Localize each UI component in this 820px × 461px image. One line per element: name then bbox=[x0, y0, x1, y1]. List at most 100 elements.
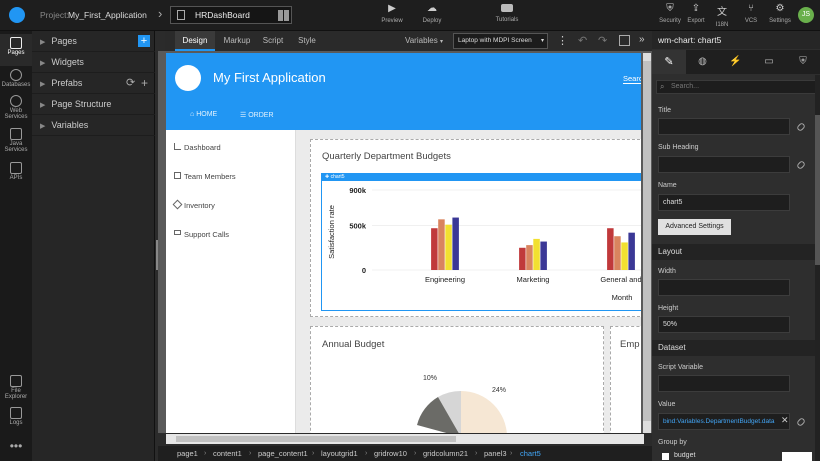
rail-apis[interactable]: APIs bbox=[0, 162, 32, 181]
link-icon[interactable] bbox=[796, 417, 806, 427]
add-prefab-icon[interactable]: + bbox=[141, 73, 148, 94]
horizontal-scrollbar[interactable] bbox=[166, 434, 644, 444]
scroll-thumb[interactable] bbox=[176, 436, 456, 442]
undo-icon[interactable]: ↶ bbox=[578, 34, 587, 47]
sidenav-dashboard[interactable]: Dashboard bbox=[184, 143, 221, 152]
save-icon[interactable] bbox=[619, 35, 630, 46]
tab-design[interactable]: Design bbox=[175, 31, 215, 51]
width-input[interactable] bbox=[658, 279, 790, 296]
api-icon bbox=[10, 162, 22, 174]
refresh-icon[interactable]: ⟳ bbox=[126, 73, 135, 94]
crumb-gridrow10[interactable]: gridrow10 bbox=[374, 446, 407, 461]
chart-selection[interactable]: ✚ chart5 900k 500k 0 Satisfaction rate Engin… bbox=[321, 173, 641, 311]
value-input[interactable]: bind:Variables.DepartmentBudget.data bbox=[658, 413, 790, 430]
grid-icon[interactable] bbox=[278, 10, 289, 21]
tab-style[interactable]: Style bbox=[293, 31, 321, 51]
tree-prefabs[interactable]: ▶ Prefabs ⟳ + bbox=[32, 73, 155, 94]
properties-search[interactable]: ⌕ Search... bbox=[656, 80, 816, 94]
value-binding: bind:Variables.DepartmentBudget.data bbox=[663, 418, 775, 425]
tab-script[interactable]: Script bbox=[258, 31, 288, 51]
dataset-section[interactable]: Dataset bbox=[652, 340, 820, 356]
crumb-layoutgrid1[interactable]: layoutgrid1 bbox=[321, 446, 358, 461]
app-search[interactable]: Searc bbox=[623, 74, 641, 84]
crumb-chart5[interactable]: chart5 bbox=[520, 446, 541, 461]
vcs-button[interactable]: ⑂ VCS bbox=[740, 3, 762, 24]
preview-button[interactable]: ▶ Preview bbox=[378, 3, 406, 24]
more-vertical-icon[interactable]: ⋮ bbox=[557, 34, 568, 47]
events-icon[interactable]: ⚡ bbox=[719, 50, 752, 74]
i18n-button[interactable]: 文 I18N bbox=[712, 3, 732, 28]
left-rail: Pages Databases Web Services Java Servic… bbox=[0, 31, 32, 461]
more-icon[interactable]: ••• bbox=[0, 439, 32, 453]
sidenav-inventory[interactable]: Inventory bbox=[184, 201, 215, 210]
scroll-thumb[interactable] bbox=[643, 61, 651, 421]
dropdown[interactable] bbox=[782, 452, 812, 461]
tutorials-button[interactable]: Tutorials bbox=[490, 3, 524, 23]
shield-icon[interactable]: ⛨ bbox=[786, 50, 820, 74]
rail-java-services[interactable]: Java Services bbox=[0, 128, 32, 153]
subheading-input[interactable] bbox=[658, 156, 790, 173]
pie-slice bbox=[461, 391, 507, 433]
project-name[interactable]: My_First_Application bbox=[68, 10, 147, 20]
crumb-page-content1[interactable]: page_content1 bbox=[258, 446, 308, 461]
crumb-gridcolumn21[interactable]: gridcolumn21 bbox=[423, 446, 468, 461]
properties-title: wm-chart: chart5 bbox=[658, 35, 722, 45]
tree-page-structure[interactable]: ▶ Page Structure bbox=[32, 94, 155, 115]
crumb-page1[interactable]: page1 bbox=[177, 446, 198, 461]
x-axis-label: Month bbox=[612, 293, 633, 302]
tab-markup[interactable]: Markup bbox=[219, 31, 255, 51]
nav-order[interactable]: ☰ ORDER bbox=[240, 111, 274, 119]
settings-button[interactable]: ⚙ Settings bbox=[766, 3, 794, 24]
page-selector[interactable]: HRDashBoard bbox=[170, 6, 292, 24]
title-input[interactable] bbox=[658, 118, 790, 135]
search-placeholder: Search... bbox=[671, 83, 700, 90]
export-button[interactable]: ⇪ Export bbox=[685, 3, 707, 24]
crumb-content1[interactable]: content1 bbox=[213, 446, 242, 461]
sidenav-team-members[interactable]: Team Members bbox=[184, 172, 236, 181]
script-variable-label: Script Variable bbox=[658, 364, 704, 371]
rail-databases[interactable]: Databases bbox=[0, 69, 32, 88]
name-input[interactable]: chart5 bbox=[658, 194, 790, 211]
deploy-button[interactable]: ☁ Deploy bbox=[418, 3, 446, 24]
project-prefix: Project: bbox=[40, 10, 69, 20]
security-button[interactable]: ⛨ Security bbox=[657, 3, 683, 24]
bar bbox=[607, 228, 614, 270]
groupby-option[interactable]: budget bbox=[658, 452, 818, 461]
subheading-label: Sub Heading bbox=[658, 144, 699, 151]
rail-file-explorer[interactable]: File Explorer bbox=[0, 375, 32, 400]
advanced-settings-button[interactable]: Advanced Settings bbox=[658, 219, 731, 235]
collapse-icon[interactable]: » bbox=[639, 34, 645, 45]
tree-pages[interactable]: ▶ Pages + bbox=[32, 31, 155, 52]
panel-scrollbar[interactable] bbox=[815, 75, 820, 461]
link-icon[interactable] bbox=[796, 122, 806, 132]
add-page-button[interactable]: + bbox=[138, 35, 150, 47]
bar bbox=[621, 242, 628, 270]
pencil-icon[interactable]: ✎ bbox=[652, 50, 686, 74]
avatar[interactable]: JS bbox=[798, 7, 814, 23]
checkbox[interactable] bbox=[662, 453, 669, 460]
device-select[interactable]: Laptop with MDPI Screen ▾ bbox=[453, 33, 548, 49]
tab-style-label: Style bbox=[298, 36, 316, 45]
variables-dropdown[interactable]: Variables ▾ bbox=[397, 31, 451, 51]
script-variable-input[interactable] bbox=[658, 375, 790, 392]
app-logo-icon[interactable] bbox=[9, 7, 25, 23]
scroll-thumb[interactable] bbox=[815, 115, 820, 265]
redo-icon[interactable]: ↷ bbox=[598, 34, 607, 47]
bar bbox=[445, 224, 452, 270]
link-icon[interactable] bbox=[796, 160, 806, 170]
layout-section[interactable]: Layout bbox=[652, 244, 820, 260]
vertical-scrollbar[interactable] bbox=[643, 53, 651, 433]
rail-web-services[interactable]: Web Services bbox=[0, 95, 32, 120]
resource-tree: ▶ Pages + ▶ Widgets ▶ Prefabs ⟳ + ▶ Page Str… bbox=[32, 31, 155, 461]
tree-variables[interactable]: ▶ Variables bbox=[32, 115, 155, 136]
nav-home[interactable]: ⌂ HOME bbox=[190, 111, 217, 118]
device-icon[interactable]: ▭ bbox=[752, 50, 786, 74]
tree-widgets[interactable]: ▶ Widgets bbox=[32, 52, 155, 73]
height-input[interactable]: 50% bbox=[658, 316, 790, 333]
rail-logs[interactable]: Logs bbox=[0, 407, 32, 426]
clear-icon[interactable]: ✕ bbox=[781, 415, 789, 426]
palette-icon[interactable]: ◍ bbox=[686, 50, 719, 74]
sidenav-support-calls[interactable]: Support Calls bbox=[184, 230, 229, 239]
rail-pages[interactable]: Pages bbox=[0, 34, 32, 66]
crumb-panel3[interactable]: panel3 bbox=[484, 446, 507, 461]
